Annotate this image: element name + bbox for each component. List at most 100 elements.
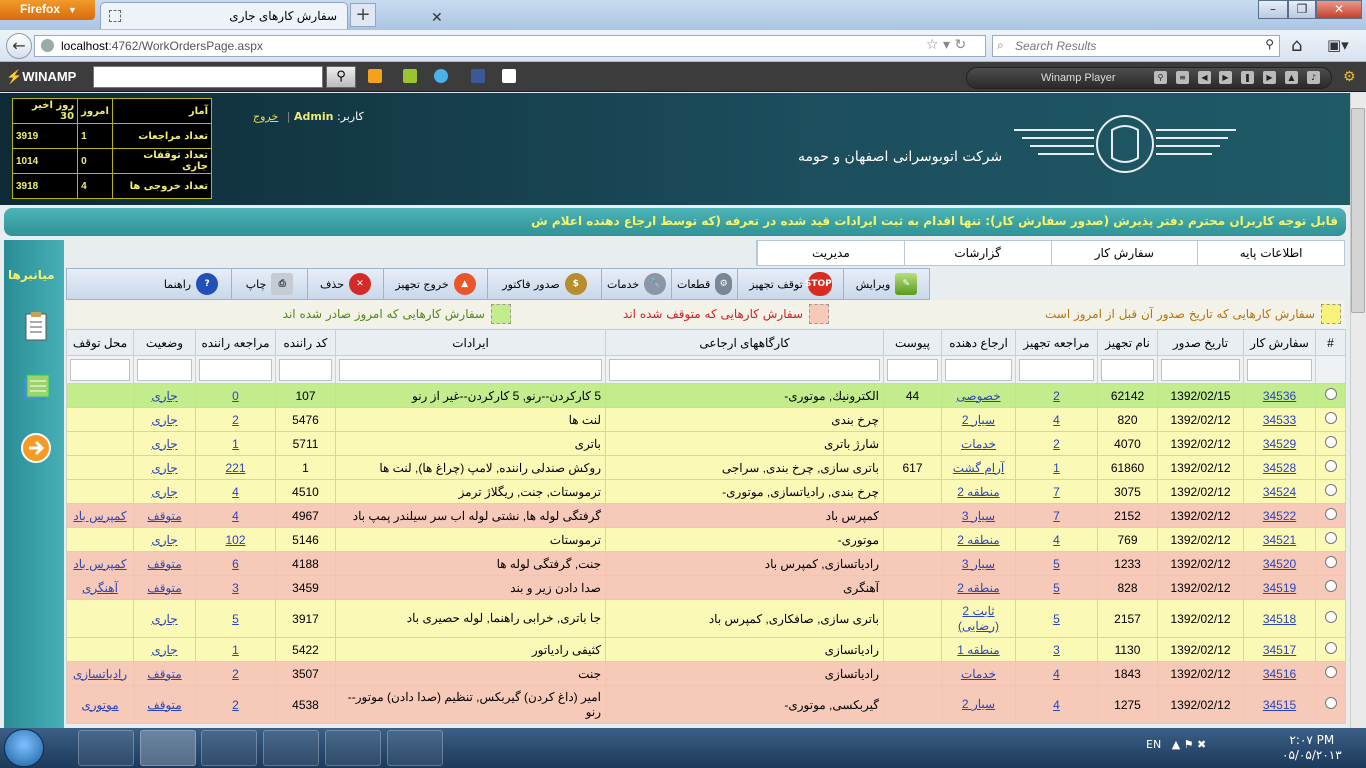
tray-arrow-icon[interactable]: ▲ [1172,738,1180,751]
order-link[interactable]: 34533 [1263,413,1296,427]
scrollbar-thumb[interactable] [1351,108,1365,313]
reload-icon[interactable]: ↻ [955,37,967,53]
referrer-link[interactable]: خدمات [961,437,996,451]
equipment-visits-link[interactable]: 5 [1053,612,1060,626]
star-icon[interactable]: ☆ [926,37,939,53]
table-row[interactable]: 34518 1392/02/12 2157 5 ثابت 2 (رضايى) باترى … [66,599,1346,638]
order-link[interactable]: 34519 [1263,581,1296,595]
firefox-menu-button[interactable]: Firefox ▼ [0,0,95,20]
start-button[interactable] [4,729,44,767]
stop-location-link[interactable]: كمپرس باد [73,557,126,571]
filter-input[interactable] [137,358,192,381]
equipment-visits-link[interactable]: 5 [1053,557,1060,571]
status-link[interactable]: جارى [151,389,177,403]
column-header[interactable]: سفارش كار [1243,329,1316,356]
table-row[interactable]: 34536 1392/02/15 62142 2 خصوصى 44 الكترونيك, م… [66,383,1346,408]
language-indicator[interactable]: EN [1146,738,1161,751]
status-link[interactable]: جارى [151,413,177,427]
print-button[interactable]: ⎙ چاپ [231,269,307,299]
equipment-visits-link[interactable]: 7 [1053,509,1060,523]
status-link[interactable]: متوقف [147,581,181,595]
driver-visits-link[interactable]: 1 [232,437,239,451]
row-radio[interactable] [1324,580,1337,592]
table-row[interactable]: 34522 1392/02/12 2152 7 سيار 3 كمپرس باد گرفتگ… [66,503,1346,528]
new-tab-button[interactable]: + [350,3,376,27]
volume-icon[interactable]: ♪ [1307,71,1320,84]
row-radio[interactable] [1324,666,1337,678]
driver-visits-link[interactable]: 4 [232,485,239,499]
referrer-link[interactable]: آرام گشت [953,461,1004,475]
row-radio[interactable] [1324,460,1337,472]
stop-equipment-button[interactable]: STOP توقف تجهيز [737,269,843,299]
dropdown-icon[interactable]: ▾ [943,37,950,53]
gear-icon[interactable]: ⚙ [1343,69,1356,85]
table-row[interactable]: 34521 1392/02/12 769 4 منطقه 2 موتورى- ترموستا… [66,527,1346,552]
row-radio[interactable] [1324,508,1337,520]
menu-item-work-orders[interactable]: سفارش كار [1050,241,1198,265]
close-window-button[interactable]: ✕ [1316,0,1362,19]
facebook-icon[interactable] [471,69,485,83]
close-tab-icon[interactable]: ✕ [431,9,443,26]
referrer-link[interactable]: خصوصى [956,389,1000,403]
status-link[interactable]: جارى [151,533,177,547]
table-row[interactable]: 34517 1392/02/12 1130 3 منطقه 1 رادياتسازى كثي… [66,637,1346,662]
order-link[interactable]: 34522 [1263,509,1296,523]
referrer-link[interactable]: خدمات [961,667,996,681]
address-bar[interactable]: localhost:4762/WorkOrdersPage.aspx [34,35,986,57]
column-header[interactable]: محل توقف [66,329,134,356]
prev-icon[interactable]: ◀ [1198,71,1211,84]
column-header[interactable]: وضعيت [133,329,196,356]
table-row[interactable]: 34520 1392/02/12 1233 5 سيار 3 رادياتسازى, كم… [66,551,1346,576]
explorer-icon[interactable] [387,730,443,766]
driver-visits-link[interactable]: 1 [232,643,239,657]
equipment-visits-link[interactable]: 2 [1053,389,1060,403]
services-button[interactable]: 🔧 خدمات [601,269,671,299]
filter-input[interactable] [70,358,130,381]
column-header[interactable]: نام تجهيز [1097,329,1158,356]
row-radio[interactable] [1324,642,1337,654]
order-link[interactable]: 34536 [1263,389,1296,403]
reports-icon[interactable] [20,372,52,404]
help-button[interactable]: ? راهنما [151,269,231,299]
visual-studio-icon[interactable] [263,730,319,766]
column-header[interactable]: # [1315,329,1346,356]
minimize-button[interactable]: – [1258,0,1288,19]
driver-visits-link[interactable]: 3 [232,581,239,595]
row-radio[interactable] [1324,611,1337,623]
menu-item-base-info[interactable]: اطلاعات پايه [1197,241,1344,265]
parts-button[interactable]: ⚙ قطعات [671,269,737,299]
pause-icon[interactable]: ❚ [1241,71,1254,84]
play-icon[interactable]: ▶ [1219,71,1232,84]
driver-visits-link[interactable]: 102 [225,533,245,547]
row-radio[interactable] [1324,436,1337,448]
referrer-link[interactable]: سيار 2 [962,697,995,711]
bookmarks-icon[interactable]: ▣▾ [1327,36,1349,54]
table-row[interactable]: 34528 1392/02/12 61860 1 آرام گشت 617 باترى سا… [66,455,1346,480]
filter-input[interactable] [609,358,880,381]
status-link[interactable]: جارى [151,643,177,657]
driver-visits-link[interactable]: 4 [232,509,239,523]
status-link[interactable]: جارى [151,485,177,499]
logout-link[interactable]: خروج [253,110,278,123]
filter-input[interactable] [279,358,332,381]
order-link[interactable]: 34515 [1263,698,1296,712]
status-link[interactable]: متوقف [147,509,181,523]
winamp-icon[interactable] [368,69,382,83]
order-link[interactable]: 34517 [1263,643,1296,657]
stop-location-link[interactable]: رادياتسازى [73,667,127,681]
volume-muted-icon[interactable]: ✖ [1197,738,1206,751]
column-header[interactable]: پيوست [883,329,942,356]
row-radio[interactable] [1324,388,1337,400]
driver-visits-link[interactable]: 0 [232,389,239,403]
order-link[interactable]: 34529 [1263,437,1296,451]
search-engine-icon[interactable]: ⌕ [997,38,1004,53]
column-header[interactable]: ايرادات [335,329,606,356]
stop-location-link[interactable]: آهنگرى [82,581,118,595]
row-radio[interactable] [1324,484,1337,496]
back-button[interactable]: ← [6,33,32,59]
table-row[interactable]: 34519 1392/02/12 828 5 منطقه 2 آهنگرى صدا دادن… [66,575,1346,600]
winamp-search-input[interactable] [93,66,323,88]
tab-active[interactable]: سفارش كارهاى جارى ✕ [100,2,443,29]
equipment-visits-link[interactable]: 2 [1053,437,1060,451]
driver-visits-link[interactable]: 2 [232,698,239,712]
